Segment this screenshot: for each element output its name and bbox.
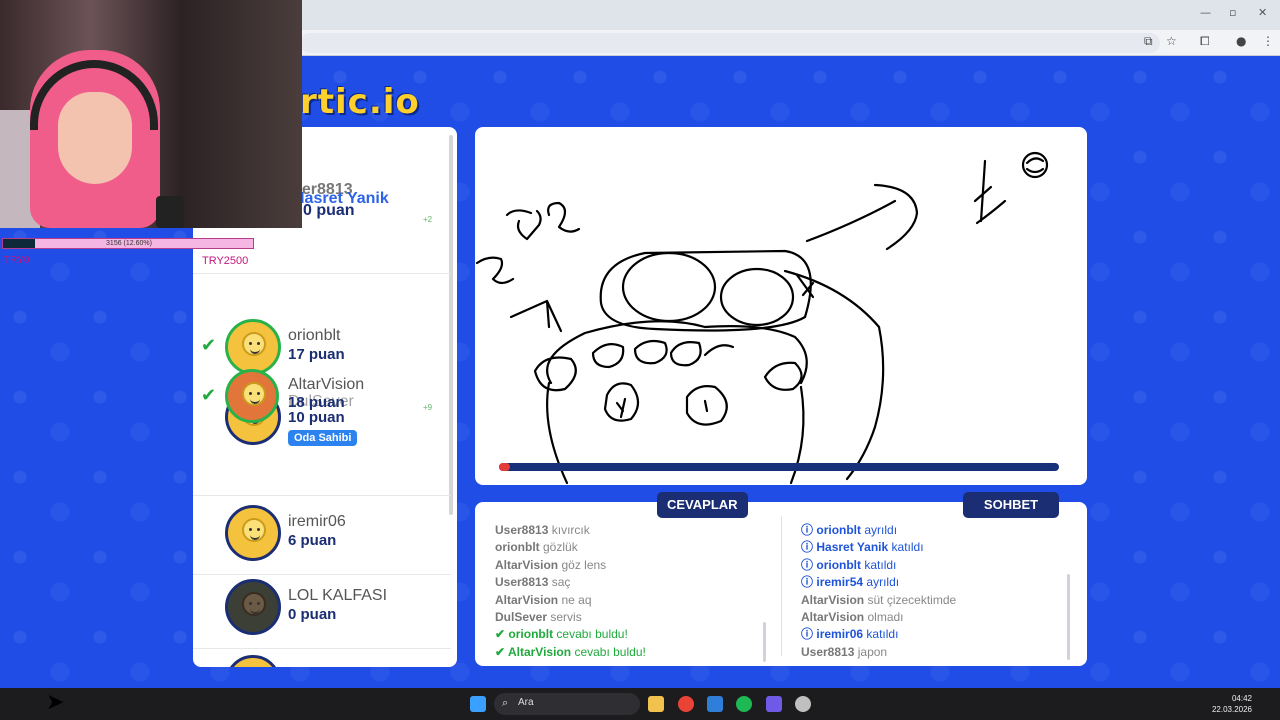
list-item: ⓘ orionblt ayrıldı (801, 523, 898, 537)
minimize-icon[interactable]: — (1200, 6, 1211, 19)
clock-time: 04:42 (1231, 694, 1252, 703)
list-item: User8813 kıvırcık (495, 523, 590, 537)
list-item: AltarVision göz lens (495, 557, 607, 572)
stream-goal-text: 3156 (12.60%) (106, 240, 152, 247)
chrome-icon[interactable] (678, 696, 694, 712)
checkmark-icon: ✔ (201, 335, 217, 356)
spotify-icon[interactable] (736, 696, 752, 712)
list-item: AltarVision ne aq (495, 592, 592, 607)
checkmark-icon: ✔ (201, 385, 217, 406)
mail-icon[interactable] (707, 696, 723, 712)
close-icon[interactable]: ✕ (1258, 6, 1267, 19)
player-points: 6 puan (288, 532, 337, 549)
player-row[interactable]: iremir06 6 puan (193, 499, 451, 575)
list-item: ⓘ Hasret Yanik katıldı (801, 540, 924, 555)
ghost-player-points: 0 puan (303, 202, 355, 219)
player-points: 18 puan (288, 394, 345, 411)
round-timer-bar (499, 463, 1059, 471)
list-item: AltarVision süt çizecektimde (801, 592, 957, 607)
search-placeholder: Ara (518, 697, 534, 708)
player-name: AltarVision (288, 376, 365, 393)
avatar (225, 369, 279, 423)
list-item: User8813 japon (801, 644, 888, 659)
search-icon: ⌕ (502, 696, 509, 709)
menu-kebab-icon[interactable]: ⋮ (1262, 34, 1274, 48)
checkmark-icon: ✔ (495, 627, 506, 642)
profile-avatar-icon[interactable]: ● (1236, 34, 1246, 48)
player-points: 0 puan (288, 606, 337, 623)
info-icon: ⓘ (801, 575, 814, 590)
address-field[interactable] (300, 33, 1160, 53)
answers-scrollbar[interactable] (763, 622, 766, 662)
player-row[interactable]: LOL KALFASI 0 puan (193, 573, 451, 649)
list-item: ✔ orionblt cevabı buldu! (495, 627, 628, 642)
app-icon[interactable] (766, 696, 782, 712)
list-item: AltarVision olmadı (801, 610, 904, 625)
list-item: ⓘ orionblt katıldı (801, 557, 897, 572)
player-name: orionblt (288, 327, 341, 344)
player-name: iremir06 (288, 513, 346, 530)
tab-answers[interactable]: CEVAPLAR (657, 492, 748, 518)
list-item: orionblt gözlük (495, 540, 578, 555)
goal-min-label: TRY0 (4, 255, 30, 266)
info-icon: ⓘ (801, 557, 814, 572)
extensions-icon[interactable]: ⧠ (1200, 34, 1210, 49)
checkmark-icon: ✔ (495, 644, 506, 659)
list-item: User8813 saç (495, 575, 571, 590)
chat-list: ⓘ orionblt ayrıldı ⓘ Hasret Yanik katıld… (801, 522, 956, 661)
avatar (225, 505, 281, 561)
cast-icon[interactable]: ⧉ (1144, 34, 1153, 49)
maximize-icon[interactable]: ▫ (1229, 6, 1236, 19)
list-item: ⓘ iremir54 ayrıldı (801, 575, 900, 590)
obs-icon[interactable] (795, 696, 811, 712)
avatar (225, 655, 281, 667)
drawing-strokes (475, 151, 1049, 485)
points-delta: +2 (423, 215, 433, 224)
room-owner-badge: Oda Sahibi (288, 430, 358, 446)
bookmark-star-icon[interactable]: ☆ (1166, 34, 1177, 48)
player-points: 17 puan (288, 346, 345, 363)
list-item: ✔ AltarVision cevabı buldu! (495, 644, 646, 659)
stream-goal-bar: 3156 (12.60%) (2, 238, 254, 249)
answers-list: User8813 kıvırcık orionblt gözlük AltarV… (495, 522, 646, 661)
player-row[interactable]: ✔ AltarVision 18 puan (193, 365, 451, 423)
webcam-overlay (0, 0, 302, 228)
mouse-cursor-icon: ➤ (46, 690, 65, 715)
goal-max-label: TRY2500 (202, 255, 249, 267)
panel-divider (781, 516, 782, 656)
avatar (225, 579, 281, 635)
list-item: ⓘ iremir06 katıldı (801, 627, 899, 642)
info-icon: ⓘ (801, 540, 814, 555)
round-timer-fill (499, 463, 511, 471)
answers-chat-panel: CEVAPLAR SOHBET User8813 kıvırcık orionb… (475, 492, 1087, 666)
info-icon: ⓘ (801, 627, 814, 642)
system-clock[interactable]: 04:42 22.03.2026 (1202, 693, 1252, 715)
drawing-canvas[interactable] (475, 127, 1087, 485)
list-item: DulSever servis (495, 610, 582, 625)
cup (156, 196, 184, 228)
chat-scrollbar[interactable] (1067, 574, 1070, 660)
player-name: LOL KALFASI (288, 587, 388, 604)
info-icon: ⓘ (801, 523, 814, 537)
clock-date: 22.03.2026 (1211, 705, 1252, 714)
file-explorer-icon[interactable] (648, 696, 664, 712)
site-logo[interactable]: rtic.io (300, 82, 420, 122)
windows-start-icon[interactable] (470, 696, 486, 712)
taskbar-search[interactable]: ⌕ Ara (494, 693, 640, 715)
taskbar: ⌕ Ara 04:42 22.03.2026 (0, 688, 1280, 720)
tab-chat[interactable]: SOHBET (963, 492, 1059, 518)
